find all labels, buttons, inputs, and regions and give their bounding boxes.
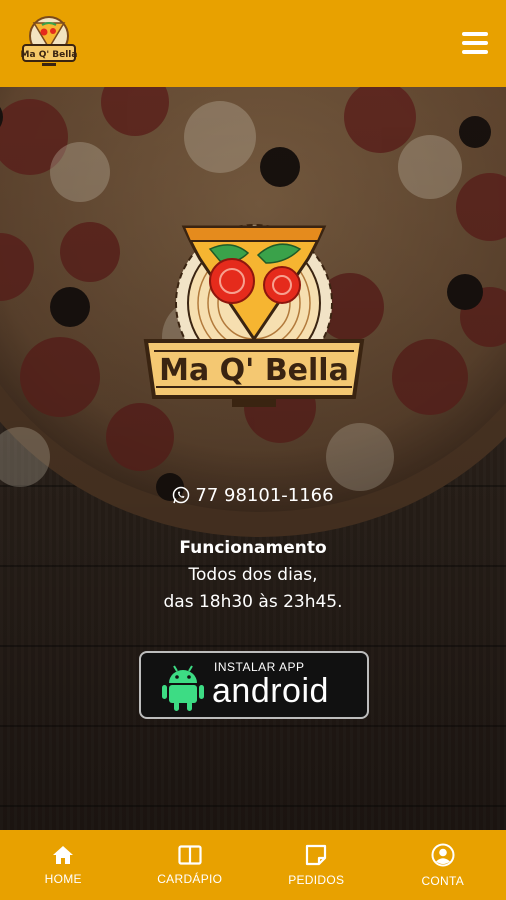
- header-logo[interactable]: Ma Q' Bella: [20, 14, 78, 70]
- nav-item-conta[interactable]: CONTA: [380, 830, 506, 900]
- android-robot-icon: [162, 665, 204, 711]
- top-bar: Ma Q' Bella: [0, 0, 506, 87]
- nav-item-label: HOME: [44, 871, 82, 886]
- home-icon: [53, 845, 74, 864]
- whatsapp-icon: [173, 486, 190, 504]
- nav-item-cardapio[interactable]: CARDÁPIO: [127, 830, 254, 900]
- hours-time: das 18h30 às 23h45.: [163, 592, 343, 612]
- opening-hours: Funcionamento Todos dos dias, das 18h30 …: [0, 535, 506, 616]
- hero-section: Ma Q' Bella 77 98101-1166 Funcionamento …: [0, 87, 506, 830]
- nav-item-label: CARDÁPIO: [157, 871, 223, 886]
- orders-icon: [306, 844, 327, 865]
- account-icon: [431, 843, 455, 866]
- bottom-navigation: HOME CARDÁPIO PEDIDOS CONTA: [0, 830, 506, 900]
- hours-days: Todos dos dias,: [188, 565, 318, 585]
- brand-logo-text: Ma Q' Bella: [159, 353, 349, 388]
- menu-book-icon: [178, 844, 202, 865]
- brand-logo: Ma Q' Bella: [143, 224, 365, 407]
- android-label: android: [212, 672, 329, 710]
- phone-contact[interactable]: 77 98101-1166: [0, 485, 506, 506]
- nav-item-label: PEDIDOS: [288, 872, 345, 887]
- nav-item-home[interactable]: HOME: [0, 830, 127, 900]
- install-android-app-button[interactable]: INSTALAR APP android: [139, 651, 369, 719]
- header-logo-text: Ma Q' Bella: [21, 50, 78, 60]
- nav-item-label: CONTA: [421, 873, 465, 888]
- hamburger-menu-icon[interactable]: [462, 32, 488, 54]
- hours-title: Funcionamento: [179, 538, 327, 558]
- phone-number: 77 98101-1166: [195, 485, 334, 506]
- nav-item-pedidos[interactable]: PEDIDOS: [253, 830, 380, 900]
